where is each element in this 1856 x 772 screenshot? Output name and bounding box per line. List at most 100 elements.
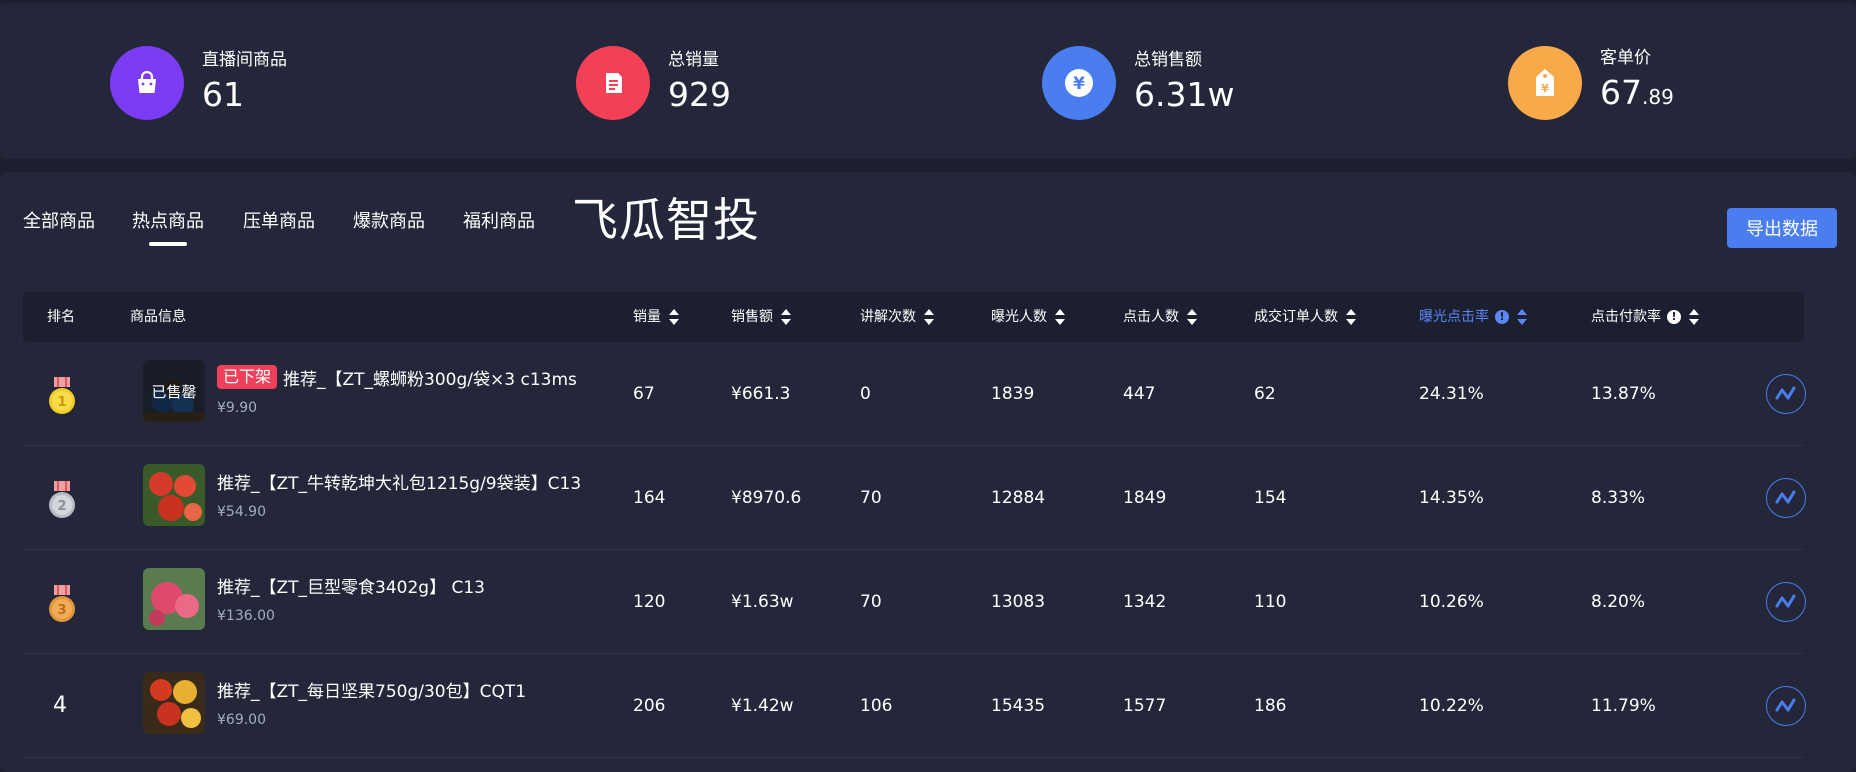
tab-pressure-products[interactable]: 压单商品 xyxy=(243,207,315,233)
cell-clicks: 1849 xyxy=(1123,488,1167,508)
col-ctr[interactable]: 曝光点击率! xyxy=(1419,292,1527,342)
price-tag-icon: ¥ xyxy=(1508,46,1582,120)
cell-orders: 154 xyxy=(1254,488,1287,508)
cell-explains: 106 xyxy=(860,696,893,716)
cell-sales: 67 xyxy=(633,384,655,404)
cell-exposure: 12884 xyxy=(991,488,1046,508)
document-icon xyxy=(576,46,650,120)
cell-sales: 164 xyxy=(633,488,666,508)
trend-chart-button[interactable] xyxy=(1766,582,1806,622)
cell-cvr: 13.87% xyxy=(1591,384,1656,404)
trend-line-icon xyxy=(1775,698,1796,712)
svg-text:¥: ¥ xyxy=(1541,82,1549,95)
svg-text:¥: ¥ xyxy=(1073,74,1085,94)
stat-products: 直播间商品 61 xyxy=(110,44,287,122)
product-name[interactable]: 推荐_【ZT_牛转乾坤大礼包1215g/9袋装】C13 xyxy=(217,468,581,494)
stat-value: 929 xyxy=(668,75,731,114)
trend-line-icon xyxy=(1775,386,1796,400)
cell-exposure: 1839 xyxy=(991,384,1035,404)
cell-sales: 206 xyxy=(633,696,666,716)
product-price: ¥9.90 xyxy=(217,400,258,416)
cell-orders: 62 xyxy=(1254,384,1276,404)
shopping-bag-icon xyxy=(110,46,184,120)
col-cvr[interactable]: 点击付款率! xyxy=(1591,292,1699,342)
trend-line-icon xyxy=(1775,594,1796,608)
sort-icon[interactable] xyxy=(781,309,791,325)
col-rank: 排名 xyxy=(47,309,75,325)
cell-sales: 120 xyxy=(633,592,666,612)
sort-icon[interactable] xyxy=(1517,309,1527,325)
stat-label: 直播间商品 xyxy=(202,50,287,70)
sort-icon[interactable] xyxy=(1187,309,1197,325)
svg-text:2: 2 xyxy=(57,499,66,514)
table-row[interactable]: 3 推荐_【ZT_巨型零食3402g】 C13 ¥136.00 120 ¥1.6… xyxy=(23,550,1806,654)
sort-icon[interactable] xyxy=(924,309,934,325)
cell-exposure: 15435 xyxy=(991,696,1046,716)
bronze-medal-icon: 3 xyxy=(45,583,79,625)
stat-label: 总销售额 xyxy=(1134,50,1202,70)
cell-cvr: 11.79% xyxy=(1591,696,1656,716)
cell-explains: 70 xyxy=(860,488,882,508)
stat-value-int: 67 xyxy=(1600,73,1642,112)
product-thumbnail[interactable] xyxy=(143,672,205,734)
cell-explains: 0 xyxy=(860,384,871,404)
cell-explains: 70 xyxy=(860,592,882,612)
gold-medal-icon: 1 xyxy=(45,375,79,417)
tab-welfare-products[interactable]: 福利商品 xyxy=(463,207,535,233)
product-thumbnail[interactable] xyxy=(143,464,205,526)
stat-label: 客单价 xyxy=(1600,48,1651,68)
product-thumbnail[interactable] xyxy=(143,568,205,630)
col-product-info: 商品信息 xyxy=(130,309,186,325)
product-name[interactable]: 已下架 推荐_【ZT_螺蛳粉300g/袋×3 c13ms xyxy=(217,364,577,390)
tab-all-products[interactable]: 全部商品 xyxy=(23,207,95,233)
cell-orders: 110 xyxy=(1254,592,1287,612)
info-icon[interactable]: ! xyxy=(1495,310,1509,324)
col-explains[interactable]: 讲解次数 xyxy=(860,292,934,342)
cell-orders: 186 xyxy=(1254,696,1287,716)
stat-value: 67.89 xyxy=(1600,71,1674,119)
info-icon[interactable]: ! xyxy=(1667,310,1681,324)
silver-medal-icon: 2 xyxy=(45,479,79,521)
sort-icon[interactable] xyxy=(1055,309,1065,325)
yuan-icon: ¥ xyxy=(1042,46,1116,120)
cell-ctr: 24.31% xyxy=(1419,384,1484,404)
stat-avg-price: ¥ 客单价 67.89 xyxy=(1508,44,1674,122)
sold-out-overlay: 已售罄 xyxy=(143,360,205,422)
cell-cvr: 8.33% xyxy=(1591,488,1646,508)
delisted-badge: 已下架 xyxy=(217,365,278,389)
stat-label: 总销量 xyxy=(668,50,719,70)
tab-hot-products[interactable]: 热点商品 xyxy=(132,207,204,233)
col-orders[interactable]: 成交订单人数 xyxy=(1254,292,1356,342)
stat-value: 6.31w xyxy=(1134,75,1235,114)
trend-chart-button[interactable] xyxy=(1766,478,1806,518)
col-clicks[interactable]: 点击人数 xyxy=(1123,292,1197,342)
col-exposure[interactable]: 曝光人数 xyxy=(991,292,1065,342)
sort-icon[interactable] xyxy=(669,309,679,325)
svg-text:1: 1 xyxy=(57,395,66,410)
tab-bestseller-products[interactable]: 爆款商品 xyxy=(353,207,425,233)
sort-icon[interactable] xyxy=(1689,309,1699,325)
stat-value-frac: .89 xyxy=(1642,85,1674,109)
table-row[interactable]: 2 推荐_【ZT_牛转乾坤大礼包1215g/9袋装】C13 ¥54.90 164… xyxy=(23,446,1806,550)
cell-cvr: 8.20% xyxy=(1591,592,1646,612)
product-price: ¥69.00 xyxy=(217,712,266,728)
active-tab-underline xyxy=(149,242,187,246)
product-name[interactable]: 推荐_【ZT_每日坚果750g/30包】CQT1 xyxy=(217,676,526,702)
cell-amount: ¥1.42w xyxy=(731,696,794,716)
col-amount[interactable]: 销售额 xyxy=(731,292,791,342)
stat-value: 61 xyxy=(202,75,244,114)
cell-ctr: 10.26% xyxy=(1419,592,1484,612)
table-row[interactable]: 1 已售罄 已下架 推荐_【ZT_螺蛳粉300g/袋×3 c13ms ¥9.90 … xyxy=(23,342,1806,446)
stat-total-sales: 总销量 929 xyxy=(576,44,731,122)
trend-chart-button[interactable] xyxy=(1766,686,1806,726)
brand-title: 飞瓜智投 xyxy=(572,193,760,247)
trend-chart-button[interactable] xyxy=(1766,374,1806,414)
cell-ctr: 10.22% xyxy=(1419,696,1484,716)
sort-icon[interactable] xyxy=(1346,309,1356,325)
col-sales[interactable]: 销量 xyxy=(633,292,679,342)
product-thumbnail[interactable]: 已售罄 xyxy=(143,360,205,422)
table-row[interactable]: 4 推荐_【ZT_每日坚果750g/30包】CQT1 ¥69.00 206 ¥1… xyxy=(23,654,1806,758)
trend-line-icon xyxy=(1775,490,1796,504)
product-name[interactable]: 推荐_【ZT_巨型零食3402g】 C13 xyxy=(217,572,485,598)
export-data-button[interactable]: 导出数据 xyxy=(1727,208,1837,248)
